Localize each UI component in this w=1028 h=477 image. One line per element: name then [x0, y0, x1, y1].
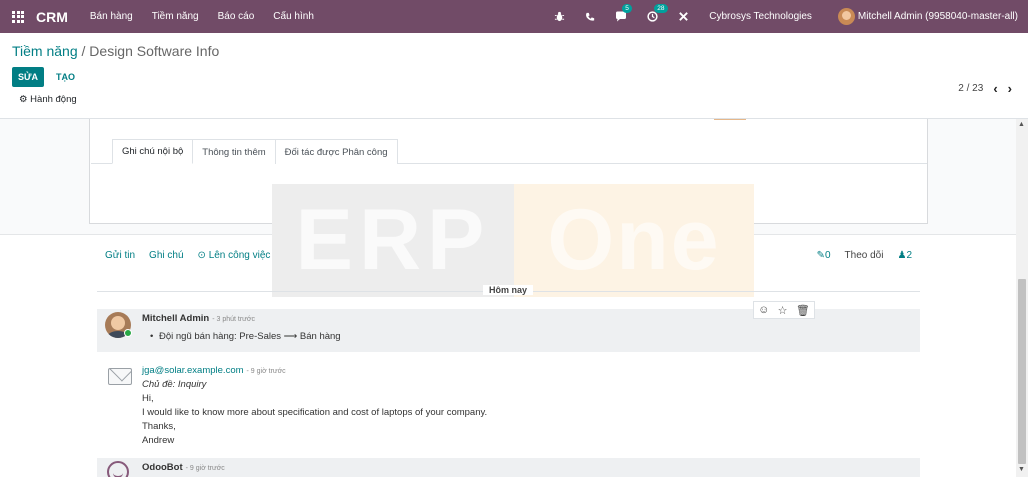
- message-line: I would like to know more about specific…: [142, 407, 488, 418]
- author-name[interactable]: Mitchell Admin: [142, 313, 209, 324]
- user-menu[interactable]: Mitchell Admin (9958040-master-all): [837, 8, 1018, 25]
- followers-count: 2: [906, 250, 912, 261]
- user-avatar: [837, 8, 855, 25]
- tab-extra-info[interactable]: Thông tin thêm: [192, 139, 276, 164]
- app-brand[interactable]: CRM: [36, 9, 68, 25]
- tab-internal-notes[interactable]: Ghi chú nội bộ: [112, 139, 194, 164]
- message-time: - 3 phút trước: [212, 316, 255, 323]
- odoobot-avatar-icon[interactable]: [107, 461, 129, 477]
- clock-icon: ⊙: [197, 250, 206, 261]
- action-label: Hành động: [30, 94, 77, 105]
- watermark-erp: ERP: [272, 184, 514, 297]
- create-button[interactable]: TẠO: [56, 67, 75, 87]
- chatter-topbar-right: ✎0 Theo dõi ♟2: [817, 250, 912, 261]
- activities-clock-icon[interactable]: 28: [647, 4, 668, 22]
- action-menu[interactable]: ⚙ Hành động: [19, 94, 77, 105]
- edit-button[interactable]: SỬA: [12, 67, 44, 87]
- separator-label: Hôm nay: [483, 285, 534, 295]
- menu-item-reporting[interactable]: Báo cáo: [218, 11, 255, 22]
- pager-value[interactable]: 2 / 23: [958, 83, 983, 94]
- odoobot-author: OdooBot - 9 giờ trước: [142, 462, 225, 473]
- odoobot-message-time: - 9 giờ trước: [185, 465, 225, 472]
- paperclip-icon: ✎: [816, 250, 825, 261]
- erpone-watermark: ERP One: [272, 184, 754, 297]
- menu-item-configuration[interactable]: Cấu hình: [273, 11, 314, 22]
- message-author: Mitchell Admin - 3 phút trước: [142, 313, 255, 324]
- star-icon[interactable]: ☆: [778, 304, 788, 317]
- company-switcher[interactable]: Cybrosys Technologies: [709, 11, 812, 22]
- message-line: Andrew: [142, 435, 175, 446]
- breadcrumb-leads-link[interactable]: Tiềm năng: [12, 43, 78, 59]
- trash-icon[interactable]: 🗑: [796, 304, 810, 317]
- attachments-button[interactable]: ✎0: [817, 250, 831, 261]
- follow-button[interactable]: Theo dõi: [845, 250, 884, 261]
- pager: 2 / 23 ‹ ›: [958, 81, 1012, 96]
- systray: 5 28 Cybrosys Technologies Mitchell Admi…: [554, 0, 1018, 33]
- envelope-icon: [108, 368, 132, 385]
- tab-assigned-partner[interactable]: Đối tác được Phân công: [274, 139, 398, 164]
- menu-item-leads[interactable]: Tiềm năng: [152, 11, 199, 22]
- message-line: Hi,: [142, 393, 154, 404]
- breadcrumb-current: Design Software Info: [89, 43, 220, 59]
- breadcrumb-separator: /: [81, 43, 86, 59]
- message-line: Thanks,: [142, 421, 176, 432]
- apps-menu-icon[interactable]: [12, 10, 36, 23]
- breadcrumb: Tiềm năng / Design Software Info: [12, 43, 219, 59]
- debug-tools-icon[interactable]: [678, 11, 689, 22]
- user-name: Mitchell Admin (9958040-master-all): [857, 11, 1018, 22]
- smile-icon[interactable]: ☺: [758, 304, 769, 316]
- schedule-activity-label: Lên công việc: [208, 250, 271, 261]
- followers-button[interactable]: ♟2: [897, 250, 912, 261]
- menu-item-sales[interactable]: Bán hàng: [90, 11, 133, 22]
- scroll-up-icon[interactable]: ▲: [1018, 121, 1025, 128]
- online-status-icon: [124, 329, 132, 337]
- message-odoobot: OdooBot - 9 giờ trước: [97, 458, 920, 477]
- messages-badge: 5: [622, 4, 632, 13]
- scroll-thumb[interactable]: [1018, 279, 1026, 464]
- control-panel: Tiềm năng / Design Software Info SỬA TẠO…: [0, 33, 1028, 119]
- content-area: Ghi chú nội bộ Thông tin thêm Đối tác đư…: [0, 119, 1028, 477]
- log-note-button[interactable]: Ghi chú: [149, 250, 183, 261]
- messages-icon[interactable]: 5: [615, 4, 632, 22]
- phone-icon[interactable]: [585, 12, 595, 22]
- odoobot-name[interactable]: OdooBot: [142, 462, 183, 473]
- message-email-author: jga@solar.example.com - 9 giờ trước: [142, 365, 286, 376]
- notebook-tabs: Ghi chú nội bộ Thông tin thêm Đối tác đư…: [112, 139, 398, 164]
- main-menu: Bán hàng Tiềm năng Báo cáo Cấu hình: [90, 11, 314, 22]
- email-message-time: - 9 giờ trước: [246, 368, 286, 375]
- activities-badge: 28: [654, 4, 668, 13]
- message-subject: Chủ đề: Inquiry: [142, 379, 207, 390]
- chatter-topbar: Gửi tin Ghi chú ⊙ Lên công việc: [105, 250, 270, 261]
- watermark-one: One: [514, 184, 754, 297]
- top-navbar: CRM Bán hàng Tiềm năng Báo cáo Cấu hình …: [0, 0, 1028, 33]
- vertical-scrollbar[interactable]: ▲ ▼: [1016, 119, 1028, 477]
- send-message-button[interactable]: Gửi tin: [105, 250, 135, 261]
- email-author-name[interactable]: jga@solar.example.com: [142, 365, 244, 376]
- date-separator: Hôm nay: [97, 285, 920, 297]
- schedule-activity-button[interactable]: ⊙ Lên công việc: [198, 250, 271, 261]
- scroll-down-icon[interactable]: ▼: [1018, 466, 1025, 473]
- attachments-count: 0: [824, 250, 831, 261]
- tracking-value: Đội ngũ bán hàng: Pre-Sales ⟶ Bán hàng: [150, 331, 341, 342]
- bug-icon[interactable]: [554, 11, 565, 22]
- message-email-body: Chủ đề: Inquiry Hi, I would like to know…: [142, 378, 487, 448]
- sheet-accent-line: [714, 119, 746, 120]
- message-actions: ☺ ☆ 🗑: [753, 301, 815, 319]
- chevron-left-icon[interactable]: ‹: [993, 81, 997, 96]
- chevron-right-icon[interactable]: ›: [1008, 81, 1012, 96]
- gear-icon: ⚙: [19, 94, 28, 105]
